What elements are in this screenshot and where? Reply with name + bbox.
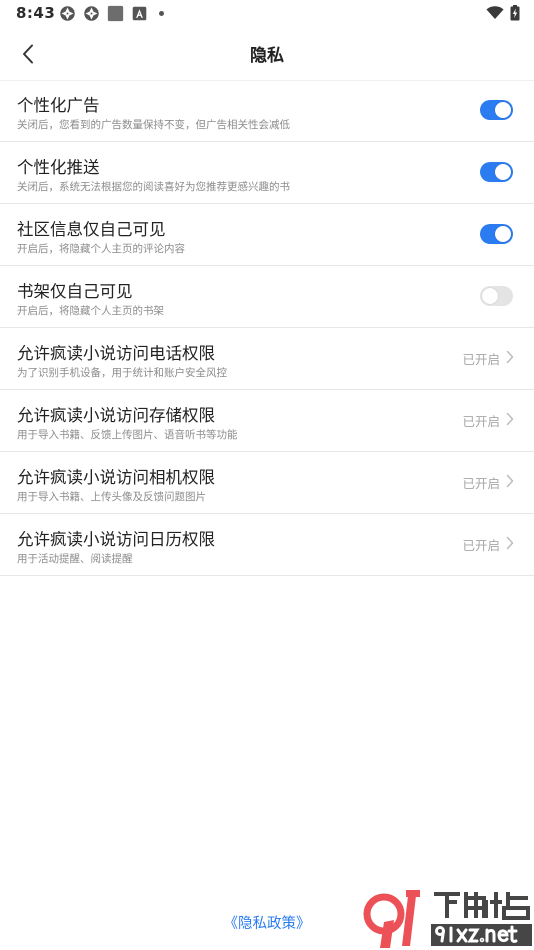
font-a-notification-icon [132,6,147,21]
setting-row-personalized-push: 个性化推送 关闭后，系统无法根据您的阅读喜好为您推荐更感兴趣的书 [0,142,534,204]
chevron-right-icon [506,474,514,488]
more-notifications-dot-icon [159,11,164,16]
toggle-knob [495,226,511,242]
privacy-policy-link[interactable]: 《隐私政策》 [0,912,534,933]
setting-title: 个性化推送 [17,158,100,177]
permission-status: 已开启 [462,414,500,429]
setting-title: 允许疯读小说访问电话权限 [17,344,215,363]
setting-description: 关闭后，您看到的广告数量保持不变，但广告相关性会减低 [17,119,290,131]
setting-description: 开启后，将隐藏个人主页的书架 [17,305,164,317]
setting-row-bookshelf-private: 书架仅自己可见 开启后，将隐藏个人主页的书架 [0,266,534,328]
setting-description: 关闭后，系统无法根据您的阅读喜好为您推荐更感兴趣的书 [17,181,290,193]
status-bar: 8:43 [0,0,534,28]
status-time: 8:43 [16,4,56,22]
bookshelf-private-toggle[interactable] [480,286,513,306]
setting-row-camera-permission[interactable]: 允许疯读小说访问相机权限 用于导入书籍、上传头像及反馈问题图片 已开启 [0,452,534,514]
app-square-notification-icon [107,5,124,22]
chevron-right-icon [506,350,514,364]
toggle-knob [482,288,498,304]
battery-charging-icon [510,5,520,21]
notification-icons [59,5,164,22]
permission-status: 已开启 [462,538,500,553]
personalized-ads-toggle[interactable] [480,100,513,120]
system-icons [486,5,520,21]
setting-description: 为了识别手机设备，用于统计和账户安全风控 [17,367,227,379]
setting-description: 开启后，将隐藏个人主页的评论内容 [17,243,185,255]
toggle-knob [495,102,511,118]
setting-description: 用于导入书籍、上传头像及反馈问题图片 [17,491,206,503]
setting-title: 允许疯读小说访问相机权限 [17,468,215,487]
permission-status: 已开启 [462,352,500,367]
toggle-knob [495,164,511,180]
community-private-toggle[interactable] [480,224,513,244]
chevron-right-icon [506,412,514,426]
setting-row-storage-permission[interactable]: 允许疯读小说访问存储权限 用于导入书籍、反馈上传图片、语音听书等功能 已开启 [0,390,534,452]
setting-title: 允许疯读小说访问日历权限 [17,530,215,549]
setting-title: 社区信息仅自己可见 [17,220,166,239]
privacy-screen: 8:43 隐私 个性化广告 关闭后，您看到的广告数量保持不变，但广告相关性会减低… [0,0,534,950]
setting-row-calendar-permission[interactable]: 允许疯读小说访问日历权限 用于活动提醒、阅读提醒 已开启 [0,514,534,576]
aperture-notification-icon [84,6,99,21]
setting-description: 用于活动提醒、阅读提醒 [17,553,133,565]
wifi-icon [486,6,504,19]
personalized-push-toggle[interactable] [480,162,513,182]
setting-row-community-private: 社区信息仅自己可见 开启后，将隐藏个人主页的评论内容 [0,204,534,266]
setting-row-personalized-ads: 个性化广告 关闭后，您看到的广告数量保持不变，但广告相关性会减低 [0,80,534,142]
setting-description: 用于导入书籍、反馈上传图片、语音听书等功能 [17,429,238,441]
settings-list: 个性化广告 关闭后，您看到的广告数量保持不变，但广告相关性会减低 个性化推送 关… [0,80,534,576]
header: 隐私 [0,28,534,81]
setting-title: 书架仅自己可见 [17,282,133,301]
setting-row-phone-permission[interactable]: 允许疯读小说访问电话权限 为了识别手机设备，用于统计和账户安全风控 已开启 [0,328,534,390]
aperture-notification-icon [60,6,75,21]
chevron-right-icon [506,536,514,550]
setting-title: 个性化广告 [17,96,100,115]
permission-status: 已开启 [462,476,500,491]
setting-title: 允许疯读小说访问存储权限 [17,406,215,425]
page-title: 隐私 [250,46,284,66]
